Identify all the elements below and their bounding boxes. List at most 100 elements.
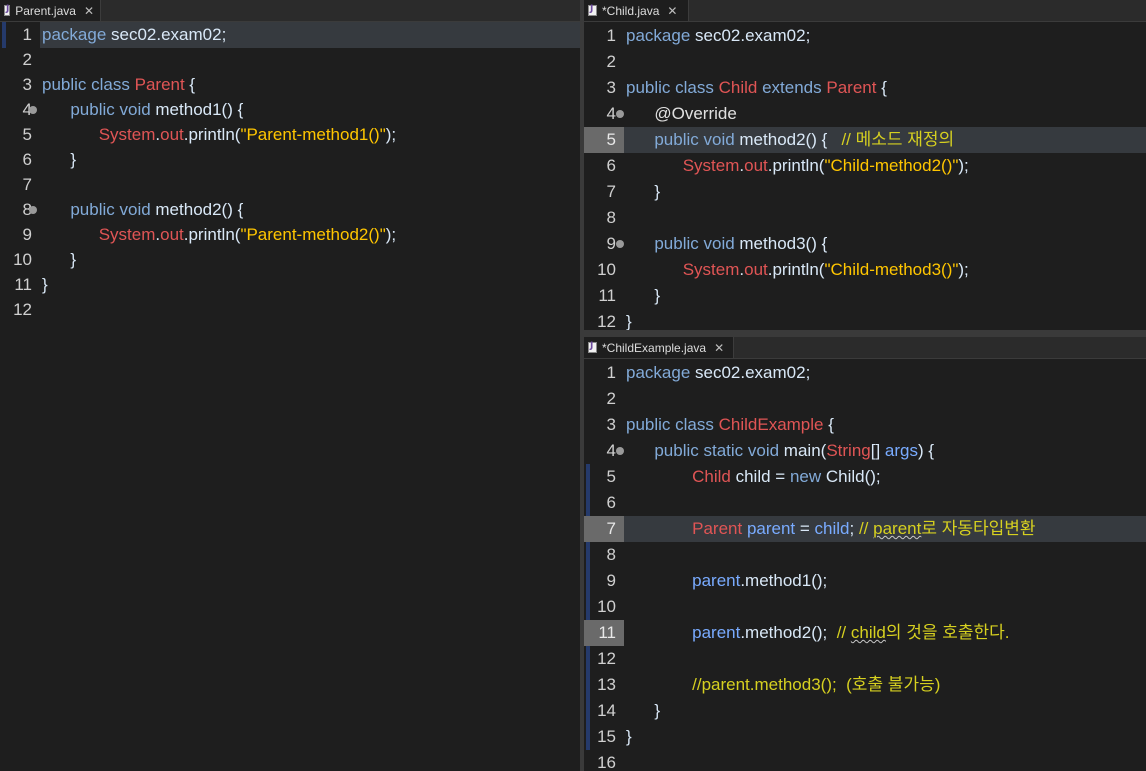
code-line: 3 public class Child extends Parent {: [584, 75, 1146, 101]
close-icon[interactable]: ✕: [667, 5, 677, 17]
code-line: 3 public class ChildExample {: [584, 412, 1146, 438]
code-text: System.out.println("Parent-method1()");: [98, 125, 397, 144]
line-number: 7: [584, 516, 624, 542]
code-line: 12: [584, 646, 1146, 672]
code-line: 5 Child child = new Child();: [584, 464, 1146, 490]
code-text: Parent parent = child; // parent로 자동타입변환: [624, 516, 1146, 542]
code-line: 10: [584, 594, 1146, 620]
line-number: 16: [597, 753, 616, 771]
line-number: 5: [22, 125, 32, 144]
line-number: 6: [606, 493, 616, 512]
java-file-icon: [588, 341, 597, 353]
code-text: parent.method2(); // child의 것을 호출한다.: [692, 623, 1010, 642]
code-text: }: [626, 312, 632, 330]
line-number: 7: [22, 175, 32, 194]
code-line: 8: [584, 205, 1146, 231]
code-line: 4 @Override: [584, 101, 1146, 127]
tab-child-java[interactable]: *Child.java ✕: [584, 0, 689, 21]
tab-label: *Child.java: [602, 3, 660, 18]
tab-bar: *ChildExample.java ✕: [584, 337, 1146, 359]
code-line: 11 }: [584, 283, 1146, 309]
fold-marker-icon[interactable]: [616, 240, 624, 248]
code-editor[interactable]: 1 package sec02.exam02; 2 3 public class…: [0, 22, 580, 771]
line-number: 3: [22, 75, 32, 94]
line-number: 14: [597, 701, 616, 720]
code-editor[interactable]: 1 package sec02.exam02; 2 3 public class…: [584, 359, 1146, 771]
code-text: }: [626, 286, 661, 305]
code-line: 6: [584, 490, 1146, 516]
code-text: }: [42, 250, 77, 269]
code-editor[interactable]: 1 package sec02.exam02; 2 3 public class…: [584, 22, 1146, 330]
code-line: 4 public static void main(String[] args)…: [584, 438, 1146, 464]
code-line: 5 System.out.println("Parent-method1()")…: [0, 122, 580, 148]
code-text: public class Parent {: [42, 75, 196, 94]
tab-label: Parent.java: [15, 3, 76, 18]
tab-parent-java[interactable]: Parent.java ✕: [0, 0, 101, 21]
close-icon[interactable]: ✕: [714, 342, 724, 354]
line-number: 12: [597, 312, 616, 330]
fold-marker-icon[interactable]: [29, 106, 37, 114]
line-number: 12: [13, 300, 32, 319]
code-text: System.out.println("Parent-method2()");: [98, 225, 397, 244]
line-number: 9: [22, 225, 32, 244]
line-number: 11: [598, 286, 616, 305]
code-text: public class Child extends Parent {: [626, 78, 887, 97]
code-line: 2: [0, 47, 580, 73]
code-line: 6 }: [0, 147, 580, 173]
line-number: 8: [606, 545, 616, 564]
code-text: @Override: [654, 104, 737, 123]
line-number: 5: [606, 467, 616, 486]
tab-label: *ChildExample.java: [602, 340, 707, 355]
line-number: 1: [606, 26, 616, 45]
code-line: 7 }: [584, 179, 1146, 205]
code-line: 8 public void method2() {: [0, 197, 580, 223]
code-text: //parent.method3(); (호출 불가능): [692, 675, 941, 694]
code-text: public static void main(String[] args) {: [654, 441, 935, 460]
code-line: 15 }: [584, 724, 1146, 750]
line-number: 8: [606, 208, 616, 227]
line-number: 1: [606, 363, 616, 382]
tab-child-example-java[interactable]: *ChildExample.java ✕: [584, 337, 734, 358]
line-number: 5: [584, 127, 624, 153]
java-file-icon: [4, 4, 11, 16]
code-line: 2: [584, 49, 1146, 75]
code-line: 7: [0, 172, 580, 198]
code-text: package sec02.exam02;: [40, 22, 580, 48]
code-text: package sec02.exam02;: [626, 363, 811, 382]
code-line: 5 public void method2() { // 메소드 재정의: [584, 127, 1146, 153]
close-icon[interactable]: ✕: [84, 5, 94, 17]
fold-marker-icon[interactable]: [29, 206, 37, 214]
editor-pane-child: *Child.java ✕ 1 package sec02.exam02; 2 …: [584, 0, 1146, 330]
line-number: 11: [14, 275, 32, 294]
code-line: 3 public class Parent {: [0, 72, 580, 98]
line-number: 11: [584, 620, 624, 646]
eclipse-editor-area: Parent.java ✕ 1 package sec02.exam02; 2 …: [0, 0, 1146, 771]
line-number: 1: [22, 25, 32, 44]
code-line: 16: [584, 750, 1146, 771]
code-text: parent.method1();: [692, 571, 828, 590]
line-number: 15: [597, 727, 616, 746]
code-text: }: [626, 182, 661, 201]
horizontal-splitter[interactable]: [584, 330, 1146, 337]
code-text: }: [42, 150, 77, 169]
code-line: 9 parent.method1();: [584, 568, 1146, 594]
fold-marker-icon[interactable]: [616, 110, 624, 118]
tab-bar: *Child.java ✕: [584, 0, 1146, 22]
code-line: 6 System.out.println("Child-method2()");: [584, 153, 1146, 179]
line-number: 10: [597, 260, 616, 279]
fold-marker-icon[interactable]: [616, 447, 624, 455]
code-line: 7 Parent parent = child; // parent로 자동타입…: [584, 516, 1146, 542]
line-number: 2: [606, 389, 616, 408]
code-line: 13 //parent.method3(); (호출 불가능): [584, 672, 1146, 698]
code-line: 9 System.out.println("Parent-method2()")…: [0, 222, 580, 248]
code-line: 4 public void method1() {: [0, 97, 580, 123]
code-text: public void method1() {: [70, 100, 244, 119]
